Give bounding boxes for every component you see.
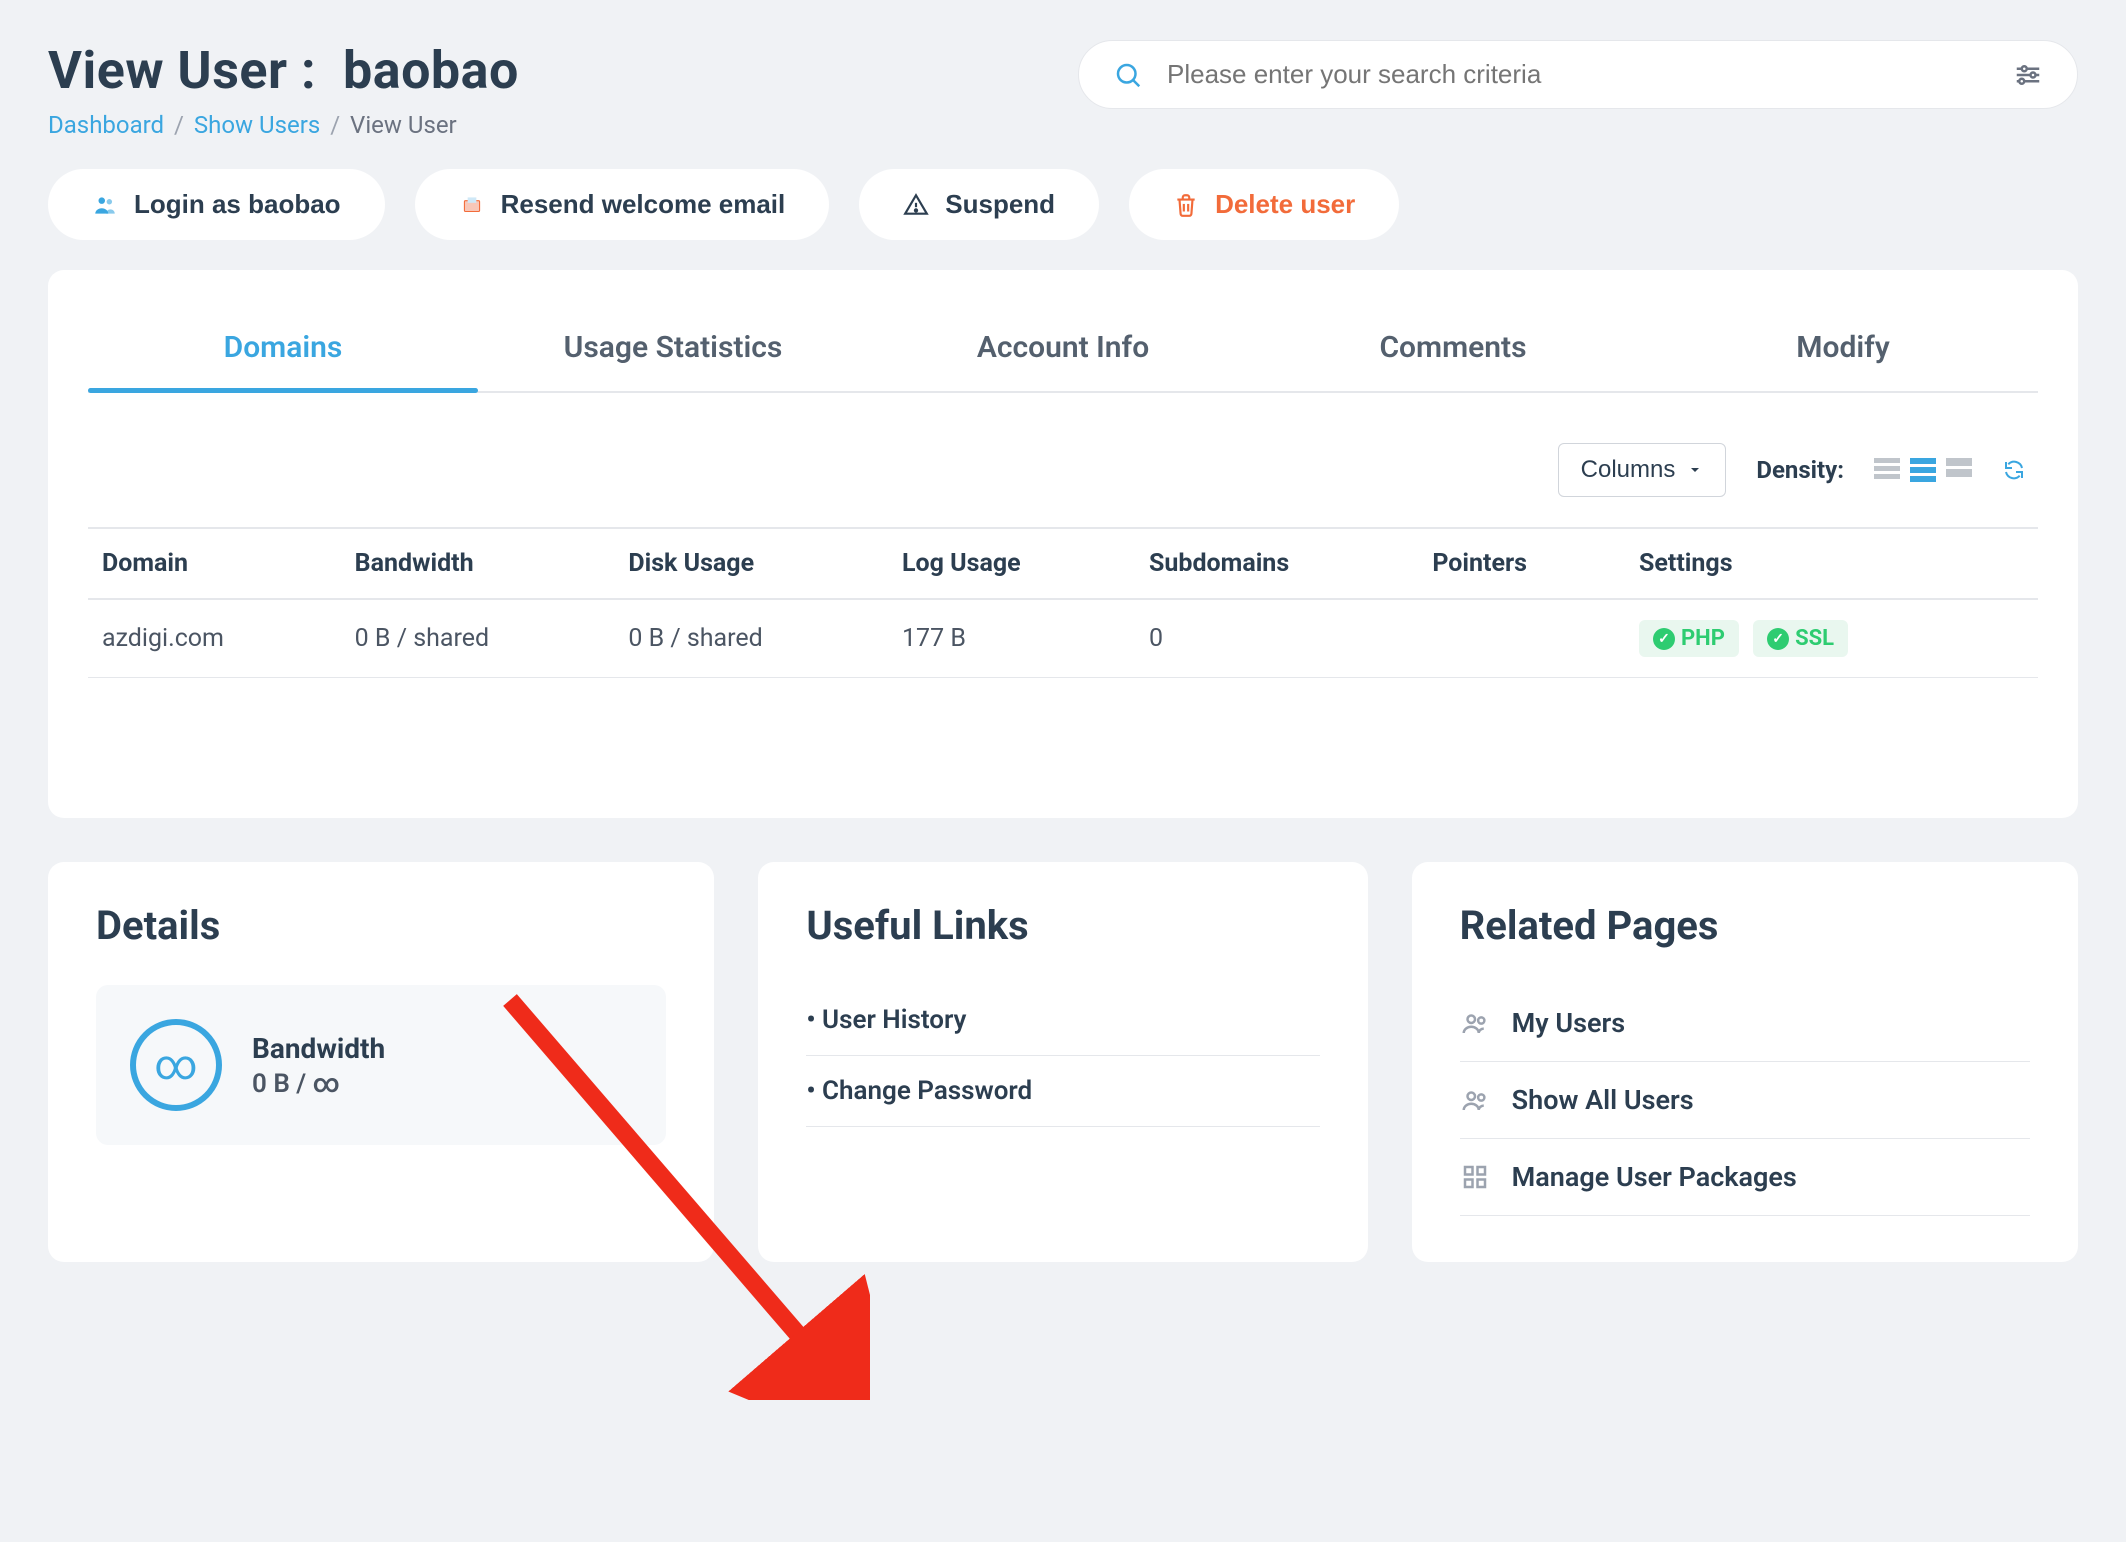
- cell-log: 177 B: [888, 599, 1135, 678]
- domains-table: Domain Bandwidth Disk Usage Log Usage Su…: [88, 527, 2038, 678]
- badge-php[interactable]: ✓PHP: [1639, 620, 1739, 657]
- package-icon: [1460, 1162, 1490, 1192]
- filter-icon[interactable]: [2013, 60, 2043, 90]
- link-user-history[interactable]: • User History: [806, 985, 1319, 1056]
- tab-domains[interactable]: Domains: [88, 310, 478, 391]
- breadcrumb-current: View User: [350, 111, 457, 139]
- delete-user-button[interactable]: Delete user: [1129, 169, 1399, 240]
- density-label: Density:: [1756, 456, 1844, 484]
- related-pages-heading: Related Pages: [1460, 902, 2030, 949]
- density-comfortable[interactable]: [1946, 458, 1972, 482]
- related-manage-packages[interactable]: Manage User Packages: [1460, 1139, 2030, 1216]
- resend-email-button[interactable]: Resend welcome email: [415, 169, 830, 240]
- cell-disk: 0 B / shared: [614, 599, 888, 678]
- density-compact[interactable]: [1874, 458, 1900, 482]
- login-as-button[interactable]: Login as baobao: [48, 169, 385, 240]
- th-subdomains[interactable]: Subdomains: [1135, 528, 1418, 599]
- tab-comments[interactable]: Comments: [1258, 310, 1648, 391]
- link-change-password[interactable]: • Change Password: [806, 1056, 1319, 1127]
- th-settings[interactable]: Settings: [1625, 528, 2038, 599]
- search-icon: [1113, 60, 1143, 90]
- breadcrumb: Dashboard / Show Users / View User: [48, 111, 1078, 139]
- related-show-all-users[interactable]: Show All Users: [1460, 1062, 2030, 1139]
- infinity-icon: ∞: [130, 1019, 222, 1111]
- tab-modify[interactable]: Modify: [1648, 310, 2038, 391]
- details-heading: Details: [96, 902, 666, 949]
- breadcrumb-dashboard[interactable]: Dashboard: [48, 111, 164, 139]
- users-icon: [1460, 1008, 1490, 1038]
- related-pages-card: Related Pages My Users Show All Users Ma…: [1412, 862, 2078, 1262]
- trash-icon: [1173, 192, 1199, 218]
- details-card: Details ∞ Bandwidth 0 B / ∞: [48, 862, 714, 1262]
- breadcrumb-show-users[interactable]: Show Users: [194, 111, 320, 139]
- warning-icon: [903, 192, 929, 218]
- users-icon: [92, 192, 118, 218]
- page-title: View User : baobao: [48, 40, 1078, 101]
- useful-links-card: Useful Links • User History • Change Pas…: [758, 862, 1367, 1262]
- suspend-button[interactable]: Suspend: [859, 169, 1099, 240]
- refresh-icon[interactable]: [2002, 458, 2026, 482]
- th-disk[interactable]: Disk Usage: [614, 528, 888, 599]
- cell-domain[interactable]: azdigi.com: [88, 599, 341, 678]
- bandwidth-value: 0 B / ∞: [252, 1069, 385, 1099]
- bandwidth-box: ∞ Bandwidth 0 B / ∞: [96, 985, 666, 1145]
- users-icon: [1460, 1085, 1490, 1115]
- cell-bandwidth: 0 B / shared: [341, 599, 615, 678]
- mail-icon: [459, 192, 485, 218]
- cell-settings: ✓PHP ✓SSL: [1625, 599, 2038, 678]
- caret-down-icon: [1687, 462, 1703, 478]
- bandwidth-label: Bandwidth: [252, 1032, 385, 1065]
- related-my-users[interactable]: My Users: [1460, 985, 2030, 1062]
- th-pointers[interactable]: Pointers: [1418, 528, 1625, 599]
- tab-usage-statistics[interactable]: Usage Statistics: [478, 310, 868, 391]
- th-bandwidth[interactable]: Bandwidth: [341, 528, 615, 599]
- tab-account-info[interactable]: Account Info: [868, 310, 1258, 391]
- th-log[interactable]: Log Usage: [888, 528, 1135, 599]
- badge-ssl[interactable]: ✓SSL: [1753, 620, 1848, 657]
- density-normal[interactable]: [1910, 458, 1936, 482]
- search-bar[interactable]: [1078, 40, 2078, 109]
- table-row: azdigi.com 0 B / shared 0 B / shared 177…: [88, 599, 2038, 678]
- th-domain[interactable]: Domain: [88, 528, 341, 599]
- cell-subdomains: 0: [1135, 599, 1418, 678]
- useful-links-heading: Useful Links: [806, 902, 1319, 949]
- columns-button[interactable]: Columns: [1558, 443, 1727, 497]
- search-input[interactable]: [1167, 59, 2013, 90]
- cell-pointers: [1418, 599, 1625, 678]
- main-card: Domains Usage Statistics Account Info Co…: [48, 270, 2078, 818]
